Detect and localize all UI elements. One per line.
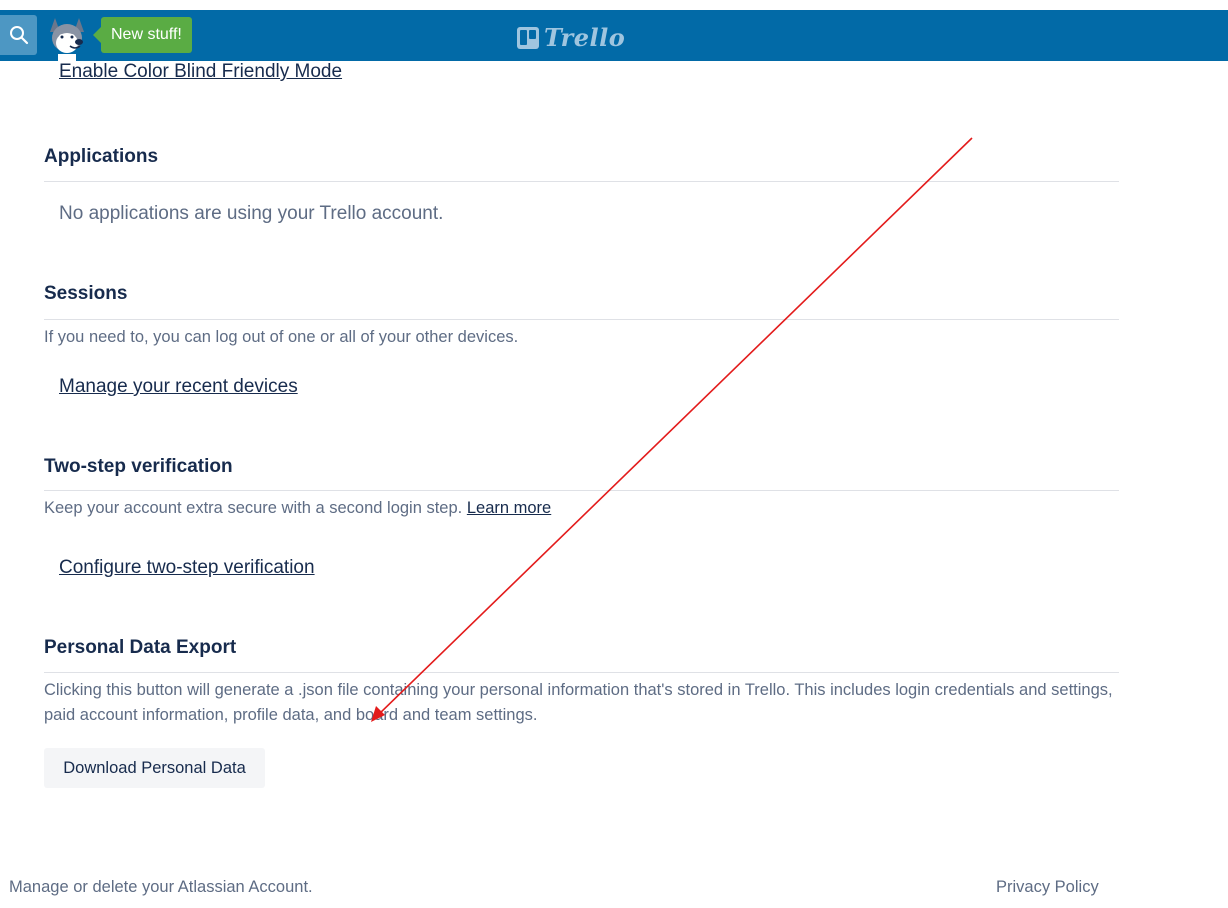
sessions-divider <box>44 319 1119 320</box>
export-divider <box>44 672 1119 673</box>
applications-divider <box>44 181 1119 182</box>
learn-more-link[interactable]: Learn more <box>467 499 551 517</box>
download-personal-data-button[interactable]: Download Personal Data <box>44 748 265 788</box>
search-icon <box>9 26 28 45</box>
sessions-description: If you need to, you can log out of one o… <box>44 328 519 346</box>
two-step-description: Keep your account extra secure with a se… <box>44 499 463 517</box>
new-stuff-badge[interactable]: New stuff! <box>93 17 192 53</box>
color-blind-mode-link[interactable]: Enable Color Blind Friendly Mode <box>59 61 342 83</box>
two-step-divider <box>44 490 1119 491</box>
footer-privacy: Privacy Policy <box>996 878 1099 897</box>
trello-board-icon <box>517 26 539 49</box>
manage-devices-link[interactable]: Manage your recent devices <box>59 376 298 398</box>
applications-title: Applications <box>44 146 159 167</box>
configure-two-step-link[interactable]: Configure two-step verification <box>59 557 315 579</box>
applications-empty-text: No applications are using your Trello ac… <box>59 203 444 224</box>
two-step-title: Two-step verification <box>44 456 233 477</box>
sessions-title: Sessions <box>44 283 128 304</box>
trello-logo[interactable]: Trello <box>517 23 625 52</box>
two-step-description-row: Keep your account extra secure with a se… <box>44 496 551 521</box>
privacy-policy-link[interactable]: Privacy Policy <box>996 878 1099 896</box>
top-strip <box>0 0 1228 10</box>
taco-mascot-icon[interactable] <box>46 14 92 62</box>
search-button[interactable] <box>0 15 37 55</box>
trello-logo-text: Trello <box>544 23 626 52</box>
export-description: Clicking this button will generate a .js… <box>44 681 1113 724</box>
footer-atlassian: Manage or delete your Atlassian Account. <box>9 878 313 897</box>
export-title: Personal Data Export <box>44 637 237 658</box>
atlassian-account-link[interactable]: Manage or delete your Atlassian Account. <box>9 878 313 896</box>
header-bar: New stuff! Trello <box>0 10 1228 62</box>
